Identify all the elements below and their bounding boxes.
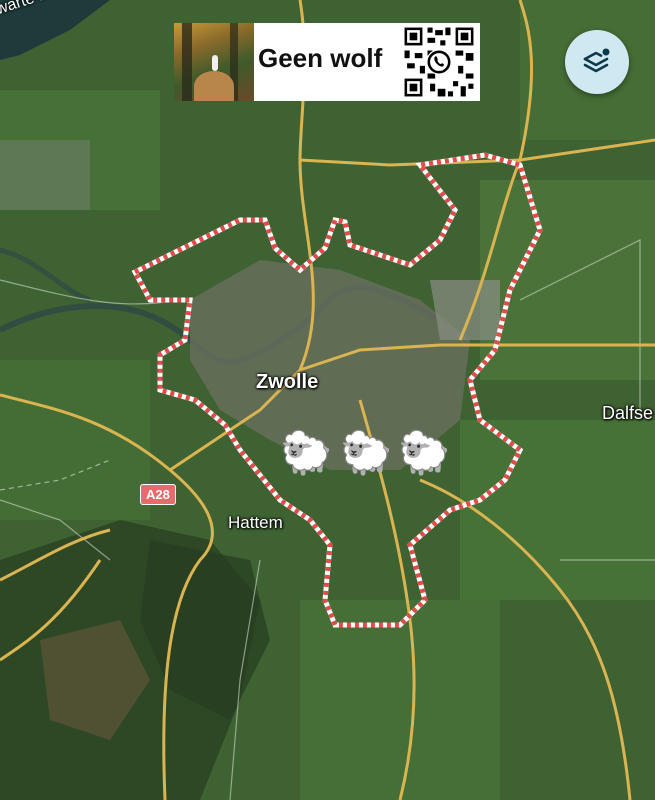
sheep-icon[interactable]: 🐑 (280, 432, 332, 474)
layers-button[interactable] (565, 30, 629, 94)
satellite-map[interactable] (0, 0, 655, 800)
overlay-banner: Geen wolf (174, 23, 480, 101)
town-label-hattem[interactable]: Hattem (228, 513, 283, 533)
banner-title: Geen wolf (258, 43, 383, 73)
qr-code-icon (402, 25, 476, 99)
city-label-zwolle[interactable]: Zwolle (256, 371, 318, 394)
sheep-icon[interactable]: 🐑 (398, 432, 450, 474)
road-shield-a28: A28 (140, 484, 176, 505)
town-label-dalfsen[interactable]: Dalfse (602, 403, 653, 424)
forest-walker-photo (174, 23, 254, 101)
sheep-icon[interactable]: 🐑 (340, 432, 392, 474)
layers-icon (583, 48, 610, 73)
